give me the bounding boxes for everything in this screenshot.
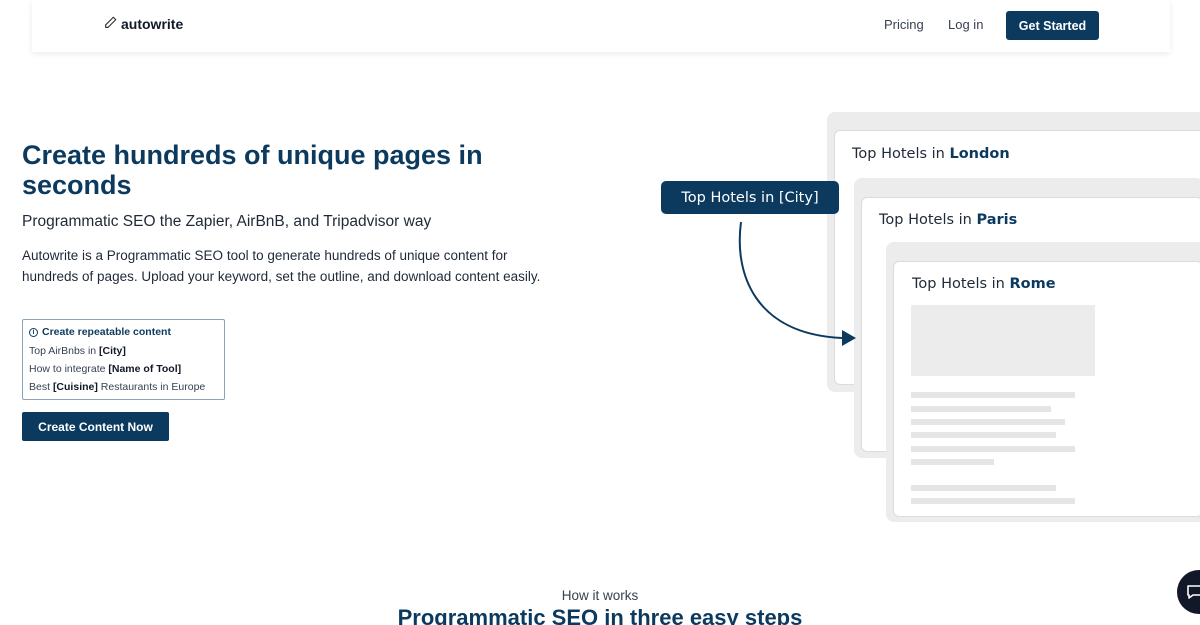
placeholder-line	[911, 485, 1056, 491]
card-title-prefix: Top Hotels in	[879, 212, 977, 228]
card-title-city: London	[949, 146, 1010, 162]
how-it-works-label: How it works	[561, 588, 639, 603]
navbar: autowrite Pricing Log in Get Started	[32, 0, 1170, 52]
card-title-city: Rome	[1009, 276, 1056, 292]
card-title-prefix: Top Hotels in	[912, 276, 1010, 292]
template-pill: Top Hotels in [City]	[661, 181, 839, 214]
placeholder-line	[911, 459, 994, 465]
example-item: Top AirBnbs in [City]	[29, 342, 218, 360]
example-item: Best [Cuisine] Restaurants in Europe	[29, 378, 218, 396]
example-item: How to integrate [Name of Tool]	[29, 360, 218, 378]
hero-subtitle: Programmatic SEO the Zapier, AirBnB, and…	[22, 213, 432, 230]
example-text: How to integrate	[29, 363, 109, 375]
example-text: Top AirBnbs in	[29, 345, 100, 357]
examples-header-label: Create repeatable content	[42, 326, 171, 338]
placeholder-line	[911, 419, 1065, 425]
brand-logo[interactable]: autowrite	[104, 16, 183, 32]
hero-title: Create hundreds of unique pages in secon…	[22, 140, 483, 200]
page: autowrite Pricing Log in Get Started Cre…	[0, 0, 1200, 625]
placeholder-line	[911, 498, 1075, 504]
placeholder-line	[911, 432, 1056, 438]
card-title-rome: Top Hotels in Rome	[912, 276, 1056, 292]
chat-icon	[1187, 585, 1200, 599]
pencil-icon	[104, 16, 117, 32]
example-text: Restaurants in Europe	[97, 381, 206, 393]
hero-description: Autowrite is a Programmatic SEO tool to …	[22, 248, 541, 284]
placeholder-line	[911, 406, 1051, 412]
brand-name: autowrite	[121, 16, 184, 32]
nav-link-login[interactable]: Log in	[948, 17, 983, 32]
example-text: Best	[29, 381, 53, 393]
placeholder-line	[911, 392, 1075, 398]
examples-header: i Create repeatable content	[29, 326, 218, 338]
example-token: [Cuisine]	[52, 381, 98, 393]
examples-box: i Create repeatable content Top AirBnbs …	[22, 319, 225, 400]
example-token: [Name of Tool]	[108, 363, 182, 375]
arrow-icon	[738, 221, 856, 346]
section-title: Programmatic SEO in three easy steps	[397, 605, 803, 625]
create-content-button[interactable]: Create Content Now	[22, 412, 169, 441]
card-rome	[893, 261, 1200, 517]
card-title-london: Top Hotels in London	[852, 146, 1010, 162]
info-icon: i	[29, 327, 38, 337]
placeholder-image	[911, 305, 1095, 376]
get-started-button[interactable]: Get Started	[1006, 11, 1099, 40]
placeholder-line	[911, 446, 1075, 452]
card-title-prefix: Top Hotels in	[852, 146, 950, 162]
card-title-city: Paris	[976, 212, 1018, 228]
card-title-paris: Top Hotels in Paris	[879, 212, 1017, 228]
nav-link-pricing[interactable]: Pricing	[884, 17, 924, 32]
example-token: [City]	[99, 345, 126, 357]
